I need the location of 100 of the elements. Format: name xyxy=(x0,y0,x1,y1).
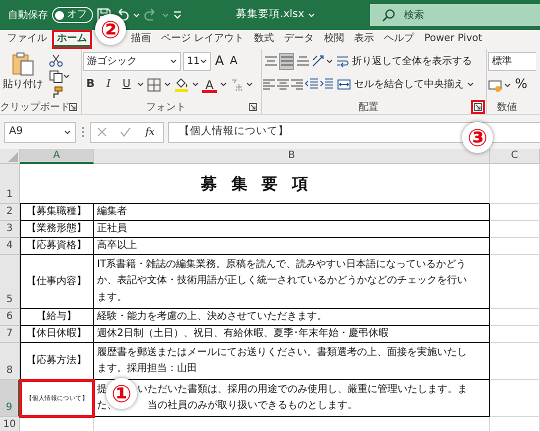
cell-text: た、 xyxy=(97,400,117,413)
caret-icon[interactable] xyxy=(137,82,144,87)
font-size-dropdown[interactable]: 11 xyxy=(183,52,211,71)
cell-text: 当の社員のみが取り扱いできるものとします。 xyxy=(148,398,358,413)
empty-cell[interactable] xyxy=(490,238,540,255)
font-color-button[interactable]: A xyxy=(202,76,217,93)
increase-indent-icon[interactable] xyxy=(320,78,333,90)
row-header[interactable]: 1 xyxy=(0,164,20,204)
bold-button[interactable]: B xyxy=(83,76,98,93)
row-header[interactable]: 9 xyxy=(0,380,20,417)
row-header[interactable]: 6 xyxy=(0,309,20,326)
empty-cell[interactable] xyxy=(490,221,540,238)
increase-font-size-button[interactable]: A xyxy=(213,52,226,70)
name-box[interactable]: A9 xyxy=(4,122,76,142)
caret-icon[interactable] xyxy=(504,82,511,88)
sheet-title: 募集要項 xyxy=(20,164,490,204)
caret-icon[interactable] xyxy=(164,82,171,87)
customize-icon[interactable] xyxy=(173,11,182,19)
caret-icon[interactable] xyxy=(200,59,207,64)
caret-icon[interactable] xyxy=(220,82,227,87)
merge-cells-icon xyxy=(337,78,351,90)
empty-cell[interactable] xyxy=(490,255,540,309)
cell-text: 【応募資格】 xyxy=(26,238,86,254)
caret-icon[interactable] xyxy=(63,74,70,79)
number-format-dropdown[interactable]: 標準 xyxy=(488,52,536,71)
ribbon-tab[interactable]: ページ レイアウト xyxy=(156,30,250,49)
merge-center-button[interactable]: セルを結合して中央揃え xyxy=(335,75,476,93)
autosave-label: 自動保存 xyxy=(8,8,48,22)
ribbon-tab[interactable]: ファイル xyxy=(2,30,52,49)
search-field[interactable]: 検索 xyxy=(370,4,540,26)
row-header[interactable]: 3 xyxy=(0,221,20,238)
cell-text: ます。 xyxy=(97,290,127,305)
step-number-badge: ② xyxy=(95,14,126,45)
group-label: フォント xyxy=(146,100,186,114)
row-header[interactable]: 8 xyxy=(0,343,20,380)
ribbon-tab[interactable]: 校閲 xyxy=(319,30,350,49)
group-label: 数値 xyxy=(497,100,517,114)
autosave-toggle[interactable]: オフ xyxy=(52,7,93,23)
row-header[interactable]: 5 xyxy=(0,255,20,309)
column-header[interactable]: A xyxy=(20,149,94,164)
font-name-dropdown[interactable]: 游ゴシック xyxy=(83,52,181,71)
more-options-icon xyxy=(80,126,86,138)
cell-text: IT系書籍・雑誌の編集業務。原稿を読んで、読みやすい日本語になっているかどう xyxy=(97,258,466,272)
paste-button[interactable]: 貼り付け xyxy=(1,52,45,98)
group-label: クリップボード xyxy=(0,100,70,114)
ribbon-tab[interactable]: 表示 xyxy=(349,30,380,49)
cell-text: 週休2日制（土日）、祝日、有給休暇、夏季･年末年始・慶弔休暇 xyxy=(97,326,388,341)
caret-icon[interactable] xyxy=(326,58,333,64)
cell-text: 履歴書を郵送またはメールにてお送りください。書類選考の上、面接を実施いたし xyxy=(97,346,467,360)
align-right-icon[interactable] xyxy=(291,78,303,90)
caret-icon[interactable] xyxy=(64,130,71,134)
empty-cell[interactable] xyxy=(490,164,540,204)
underline-button[interactable]: U xyxy=(119,76,134,93)
align-left-icon[interactable] xyxy=(263,78,275,90)
insert-function-button[interactable]: fx xyxy=(143,123,157,141)
decrease-indent-icon[interactable] xyxy=(305,78,318,90)
empty-cell[interactable] xyxy=(490,343,540,380)
decrease-font-size-button[interactable]: A xyxy=(228,52,240,70)
align-center-icon[interactable] xyxy=(277,78,289,90)
cell-text: 【応募方法】 xyxy=(26,354,86,368)
caret-icon[interactable] xyxy=(170,59,177,64)
row-header[interactable]: 4 xyxy=(0,238,20,255)
select-all-icon xyxy=(8,152,18,162)
fill-color-icon[interactable] xyxy=(174,77,189,92)
cell-text: ます。採用担当：山田 xyxy=(97,362,197,376)
cell-text: か、表記や文体・技術用語が正しく統一されているかどうかなどのチェックを行い xyxy=(97,274,467,288)
row-header[interactable]: 7 xyxy=(0,326,20,343)
ribbon-tab[interactable]: ヘルプ xyxy=(379,30,420,49)
empty-cell[interactable] xyxy=(490,326,540,343)
copy-icon[interactable] xyxy=(49,70,63,83)
caret-icon[interactable] xyxy=(246,82,253,87)
cell-text: 【募集職種】 xyxy=(26,204,86,220)
borders-icon[interactable] xyxy=(147,78,161,92)
dialog-launcher-button[interactable] xyxy=(471,100,485,114)
row-header[interactable]: 10 xyxy=(0,417,20,431)
row-header[interactable]: 2 xyxy=(0,204,20,221)
wrap-text-button[interactable]: 折り返して全体を表示する xyxy=(334,52,474,70)
ribbon-tab[interactable]: ホーム xyxy=(52,30,92,49)
cell-text: いただいた書類は、採用の用途でのみ使用し、厳重に管理いたします。ま xyxy=(138,382,468,396)
group-label: 配置 xyxy=(358,100,378,114)
italic-button[interactable]: I xyxy=(101,76,116,93)
ribbon-tab[interactable]: データ xyxy=(279,30,320,49)
empty-cell[interactable] xyxy=(490,204,540,221)
ribbon-tab[interactable]: Power Pivot xyxy=(419,30,488,49)
caret-icon[interactable] xyxy=(467,82,474,86)
cell-text: 【業務形態】 xyxy=(26,222,86,236)
orientation-icon[interactable] xyxy=(311,54,325,68)
caret-icon[interactable] xyxy=(192,82,199,87)
percent-button[interactable]: % xyxy=(513,76,530,94)
ribbon-tab[interactable]: 描画 xyxy=(126,30,156,49)
accounting-format-icon[interactable] xyxy=(488,78,502,92)
file-name: 募集要項.xlsx xyxy=(236,7,304,22)
empty-cell[interactable] xyxy=(490,380,540,417)
dialog-launcher-button[interactable] xyxy=(246,100,260,114)
cut-icon[interactable] xyxy=(49,54,63,67)
ribbon-tab[interactable]: 数式 xyxy=(249,30,280,49)
column-header[interactable]: C xyxy=(490,149,540,164)
align-middle-button[interactable] xyxy=(279,52,294,70)
column-header[interactable]: B xyxy=(94,149,490,164)
empty-cell[interactable] xyxy=(490,309,540,326)
